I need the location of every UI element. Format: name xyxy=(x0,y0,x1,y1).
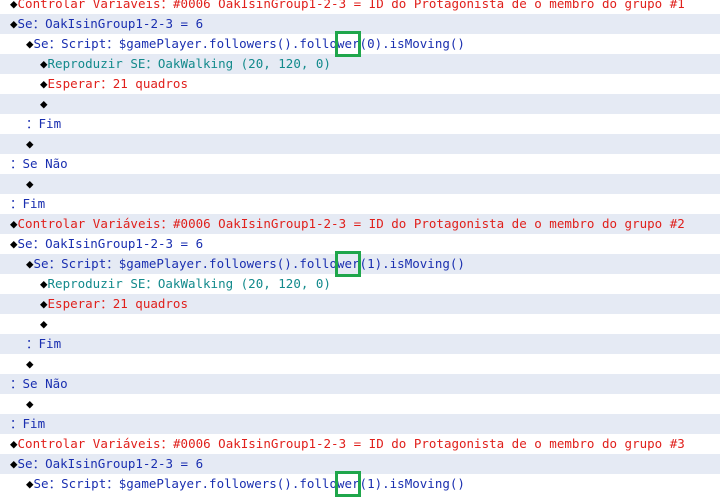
command-row[interactable]: ◆ xyxy=(0,134,720,154)
command-row[interactable]: ◆Se：OakIsinGroup1-2-3 = 6 xyxy=(0,14,720,34)
command-row[interactable]: ◆Esperar：21 quadros xyxy=(0,74,720,94)
command-text: Controlar Variáveis：#0006 OakIsinGroup1-… xyxy=(17,436,685,451)
command-row[interactable]: ◆Controlar Variáveis：#0006 OakIsinGroup1… xyxy=(0,214,720,234)
command-row[interactable]: ◆Se：OakIsinGroup1-2-3 = 6 xyxy=(0,454,720,474)
command-row[interactable]: ◆Esperar：21 quadros xyxy=(0,294,720,314)
command-text: Se：OakIsinGroup1-2-3 = 6 xyxy=(17,236,204,251)
command-row[interactable]: ◆Reproduzir SE：OakWalking (20, 120, 0) xyxy=(0,274,720,294)
branch-marker: ： xyxy=(26,116,39,131)
command-diamond-icon: ◆ xyxy=(10,236,18,251)
branch-marker: ： xyxy=(26,336,39,351)
command-row[interactable]: ：Fim xyxy=(0,194,720,214)
command-row[interactable]: ◆Se：Script：$gamePlayer.followers().follo… xyxy=(0,254,720,274)
command-diamond-icon: ◆ xyxy=(10,16,18,31)
command-row[interactable]: ：Se Não xyxy=(0,374,720,394)
command-text: Se Não xyxy=(22,376,68,391)
command-row[interactable]: ◆Reproduzir SE：OakWalking (20, 120, 0) xyxy=(0,54,720,74)
command-text: Esperar：21 quadros xyxy=(47,76,188,91)
command-text: Se Não xyxy=(22,156,68,171)
command-row[interactable]: ◆ xyxy=(0,394,720,414)
command-row[interactable]: ◆ xyxy=(0,314,720,334)
command-text: Reproduzir SE：OakWalking (20, 120, 0) xyxy=(47,56,331,71)
command-text: Reproduzir SE：OakWalking (20, 120, 0) xyxy=(47,276,331,291)
command-text: Controlar Variáveis：#0006 OakIsinGroup1-… xyxy=(17,0,685,11)
command-text: Se：OakIsinGroup1-2-3 = 6 xyxy=(17,456,204,471)
command-text: Controlar Variáveis：#0006 OakIsinGroup1-… xyxy=(17,216,685,231)
command-text: Esperar：21 quadros xyxy=(47,296,188,311)
command-diamond-icon: ◆ xyxy=(10,456,18,471)
command-text: Se：Script：$gamePlayer.followers().follow… xyxy=(33,36,465,51)
command-diamond-icon: ◆ xyxy=(26,256,34,271)
command-row[interactable]: ◆ xyxy=(0,174,720,194)
command-diamond-icon: ◆ xyxy=(26,36,34,51)
command-diamond-icon: ◆ xyxy=(26,396,34,411)
command-row[interactable]: ：Fim xyxy=(0,414,720,434)
command-row[interactable]: ◆ xyxy=(0,94,720,114)
command-diamond-icon: ◆ xyxy=(40,316,48,331)
event-command-list[interactable]: ◆Controlar Variáveis：#0006 OakIsinGroup1… xyxy=(0,0,720,494)
command-row[interactable]: ◆Se：Script：$gamePlayer.followers().follo… xyxy=(0,34,720,54)
command-diamond-icon: ◆ xyxy=(26,476,34,491)
branch-marker: ： xyxy=(10,156,23,171)
command-diamond-icon: ◆ xyxy=(26,176,34,191)
command-text: Fim xyxy=(38,336,62,351)
command-row[interactable]: ◆Controlar Variáveis：#0006 OakIsinGroup1… xyxy=(0,434,720,454)
command-text: Fim xyxy=(22,196,46,211)
command-row[interactable]: ◆ xyxy=(0,354,720,374)
command-diamond-icon: ◆ xyxy=(40,296,48,311)
command-diamond-icon: ◆ xyxy=(26,136,34,151)
command-text: Se：OakIsinGroup1-2-3 = 6 xyxy=(17,16,204,31)
command-diamond-icon: ◆ xyxy=(10,436,18,451)
command-row[interactable]: ：Se Não xyxy=(0,154,720,174)
command-text: Se：Script：$gamePlayer.followers().follow… xyxy=(33,256,465,271)
command-row[interactable]: ：Fim xyxy=(0,114,720,134)
command-diamond-icon: ◆ xyxy=(40,96,48,111)
command-row[interactable]: ◆Se：OakIsinGroup1-2-3 = 6 xyxy=(0,234,720,254)
command-diamond-icon: ◆ xyxy=(40,276,48,291)
command-text: Fim xyxy=(38,116,62,131)
command-diamond-icon: ◆ xyxy=(10,216,18,231)
command-diamond-icon: ◆ xyxy=(40,56,48,71)
command-row[interactable]: ◆Controlar Variáveis：#0006 OakIsinGroup1… xyxy=(0,0,720,14)
branch-marker: ： xyxy=(10,196,23,211)
command-diamond-icon: ◆ xyxy=(40,76,48,91)
command-diamond-icon: ◆ xyxy=(10,0,18,11)
command-text: Fim xyxy=(22,416,46,431)
command-row[interactable]: ◆Se：Script：$gamePlayer.followers().follo… xyxy=(0,474,720,494)
branch-marker: ： xyxy=(10,416,23,431)
command-text: Se：Script：$gamePlayer.followers().follow… xyxy=(33,476,465,491)
command-row[interactable]: ：Fim xyxy=(0,334,720,354)
command-diamond-icon: ◆ xyxy=(26,356,34,371)
branch-marker: ： xyxy=(10,376,23,391)
